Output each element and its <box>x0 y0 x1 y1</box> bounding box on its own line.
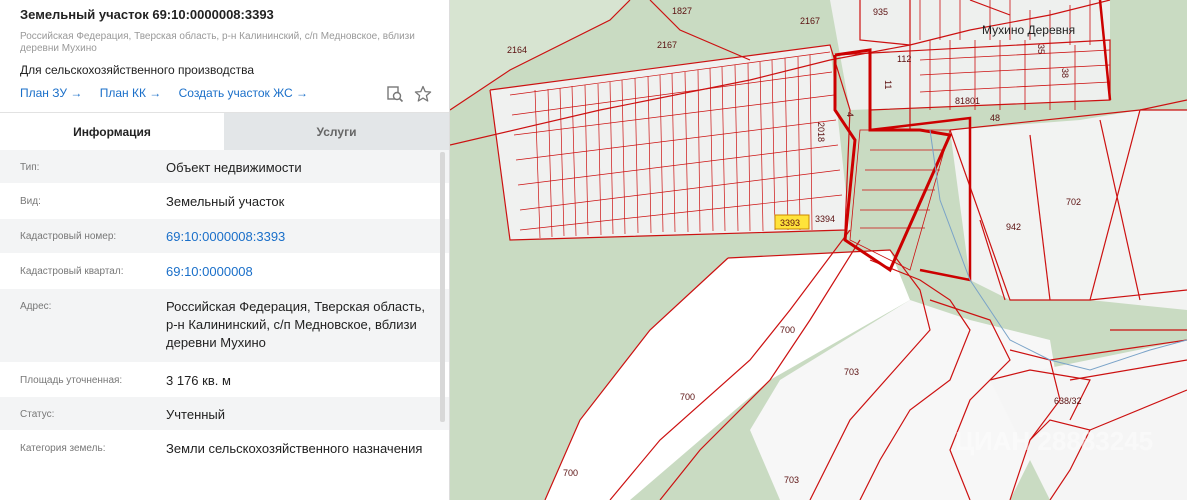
parcel-usage: Для сельскохозяйственного производства <box>20 63 255 77</box>
map-label: 700 <box>680 392 695 402</box>
map-label: 3394 <box>815 214 835 224</box>
row-label: Статус: <box>20 409 55 420</box>
map-label: 2167 <box>657 40 677 50</box>
row-value: Земли сельскохозяйственного назначения <box>166 441 423 456</box>
parcel-address-short: Российская Федерация, Тверская область, … <box>20 31 415 54</box>
village-label: Мухино Деревня <box>982 23 1075 37</box>
map-label: 700 <box>780 325 795 335</box>
map-label: 2164 <box>507 45 527 55</box>
row-label: Категория земель: <box>20 443 106 454</box>
map-label: 703 <box>844 367 859 377</box>
map-label: 2018 <box>816 122 826 142</box>
row-value: Российская Федерация, Тверская область, … <box>166 299 425 350</box>
star-icon[interactable] <box>414 85 432 103</box>
row-value: Учтенный <box>166 407 226 422</box>
row-value: Объект недвижимости <box>166 160 302 175</box>
info-panel: Земельный участок 69:10:0000008:3393 Рос… <box>0 0 450 500</box>
row-address: Адрес: Российская Федерация, Тверская об… <box>0 289 449 363</box>
map-canvas: ЦИАН 28883245 1827 935 2167 2167 2164 Му… <box>450 0 1187 500</box>
map-label: 935 <box>873 7 888 17</box>
row-cadastral-quarter: Кадастровый квартал: 69:10:0000008 <box>0 254 449 289</box>
tab-services[interactable]: Услуги <box>224 113 449 151</box>
map-label: 942 <box>1006 222 1021 232</box>
map-label: 48 <box>990 113 1000 123</box>
search-document-icon[interactable] <box>386 85 404 103</box>
row-land-category: Категория земель: Земли сельскохозяйстве… <box>0 431 449 491</box>
info-table: Тип: Объект недвижимости Вид: Земельный … <box>0 150 449 491</box>
cadastral-map[interactable]: ЦИАН 28883245 1827 935 2167 2167 2164 Му… <box>450 0 1187 500</box>
map-label: 35 <box>1036 44 1046 54</box>
map-label: 702 <box>1066 197 1081 207</box>
tab-info[interactable]: Информация <box>0 113 224 151</box>
map-label: 3393 <box>780 218 800 228</box>
row-label: Кадастровый номер: <box>20 231 117 242</box>
row-area: Площадь уточненная: 3 176 кв. м <box>0 363 449 397</box>
map-label: 81801 <box>955 96 980 106</box>
row-kind: Вид: Земельный участок <box>0 184 449 219</box>
cadastral-quarter-link[interactable]: 69:10:0000008 <box>166 254 449 288</box>
map-label: 112 <box>897 54 911 64</box>
map-label: 1827 <box>672 6 692 16</box>
plan-kk-link[interactable]: План КК → <box>100 86 162 100</box>
row-cadastral-number: Кадастровый номер: 69:10:0000008:3393 <box>0 219 449 254</box>
map-label: 4 <box>845 112 855 117</box>
scrollbar[interactable] <box>440 152 445 422</box>
action-links: План ЗУ → План КК → Создать участок ЖС → <box>20 86 322 100</box>
plan-zu-link[interactable]: План ЗУ → <box>20 86 82 100</box>
row-value: Земельный участок <box>166 194 285 209</box>
row-label: Тип: <box>20 162 40 173</box>
map-label: 2167 <box>800 16 820 26</box>
map-label: 703 <box>784 475 799 485</box>
cadastral-number-link[interactable]: 69:10:0000008:3393 <box>166 219 449 253</box>
map-label: 11 <box>883 80 893 89</box>
watermark: ЦИАН 28883245 <box>955 426 1153 456</box>
parcel-title: Земельный участок 69:10:0000008:3393 <box>20 7 274 22</box>
row-label: Кадастровый квартал: <box>20 266 124 277</box>
row-value: 3 176 кв. м <box>166 373 231 388</box>
row-label: Площадь уточненная: <box>20 375 123 386</box>
row-status: Статус: Учтенный <box>0 397 449 431</box>
map-label: 700 <box>563 468 578 478</box>
create-zhs-link[interactable]: Создать участок ЖС → <box>179 86 308 100</box>
info-tabs: Информация Услуги <box>0 112 449 151</box>
map-label: 38 <box>1060 68 1070 78</box>
row-label: Адрес: <box>20 301 52 312</box>
map-label: 638/32 <box>1054 396 1082 406</box>
row-label: Вид: <box>20 196 41 207</box>
row-type: Тип: Объект недвижимости <box>0 150 449 184</box>
